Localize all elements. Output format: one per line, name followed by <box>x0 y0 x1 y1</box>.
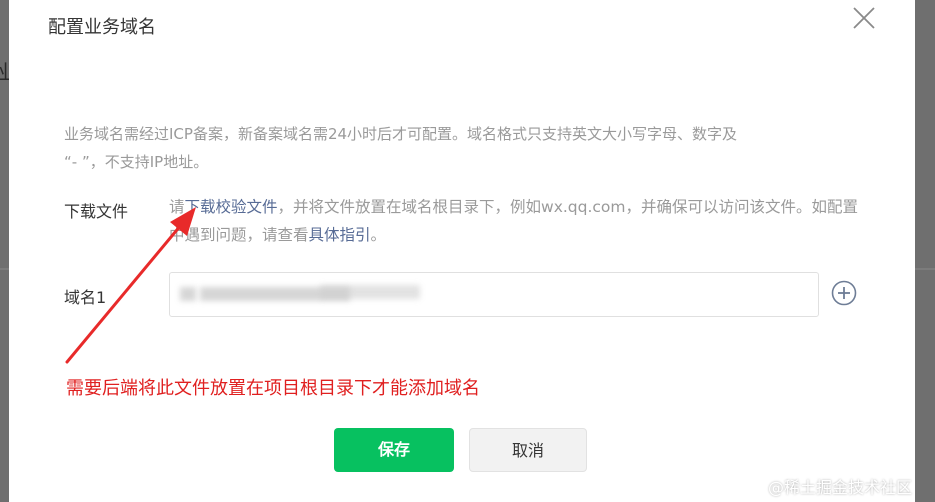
cancel-button[interactable]: 取消 <box>469 428 587 472</box>
plus-circle-icon <box>831 280 857 306</box>
annotation-note: 需要后端将此文件放置在项目根目录下才能添加域名 <box>66 378 480 399</box>
background-divider <box>915 268 935 270</box>
notice-line: 业务域名需经过ICP备案，新备案域名需24小时后才可配置。域名格式只支持英文大小… <box>64 125 738 143</box>
close-button[interactable] <box>851 5 877 31</box>
download-text-prefix: 请 <box>169 198 185 216</box>
download-file-label: 下载文件 <box>64 202 129 221</box>
redacted-text <box>320 285 420 299</box>
domain-label: 域名1 <box>64 288 107 307</box>
domain-notice: 业务域名需经过ICP备案，新备案域名需24小时后才可配置。域名格式只支持英文大小… <box>64 120 874 176</box>
download-text-suffix: 。 <box>370 226 387 244</box>
notice-line: “- ”，不支持IP地址。 <box>64 153 209 171</box>
download-verification-file-link[interactable]: 下载校验文件 <box>185 198 278 216</box>
screen: 业 配置业务域名 业务域名需经过ICP备案，新备案域名需24小时后才可配置。域名… <box>0 0 935 502</box>
dialog-title: 配置业务域名 <box>48 17 156 38</box>
watermark: @稀土掘金技术社区 <box>768 478 913 497</box>
background-divider <box>0 268 9 270</box>
save-button[interactable]: 保存 <box>334 428 454 472</box>
download-instructions: 请下载校验文件，并将文件放置在域名根目录下，例如wx.qq.com，并确保可以访… <box>169 193 869 249</box>
close-icon <box>853 7 875 29</box>
add-domain-button[interactable] <box>831 280 857 306</box>
configure-domain-dialog: 配置业务域名 业务域名需经过ICP备案，新备案域名需24小时后才可配置。域名格式… <box>9 0 915 502</box>
guide-link[interactable]: 具体指引 <box>309 226 371 244</box>
domain-field[interactable] <box>169 272 819 317</box>
redacted-text <box>180 287 196 301</box>
